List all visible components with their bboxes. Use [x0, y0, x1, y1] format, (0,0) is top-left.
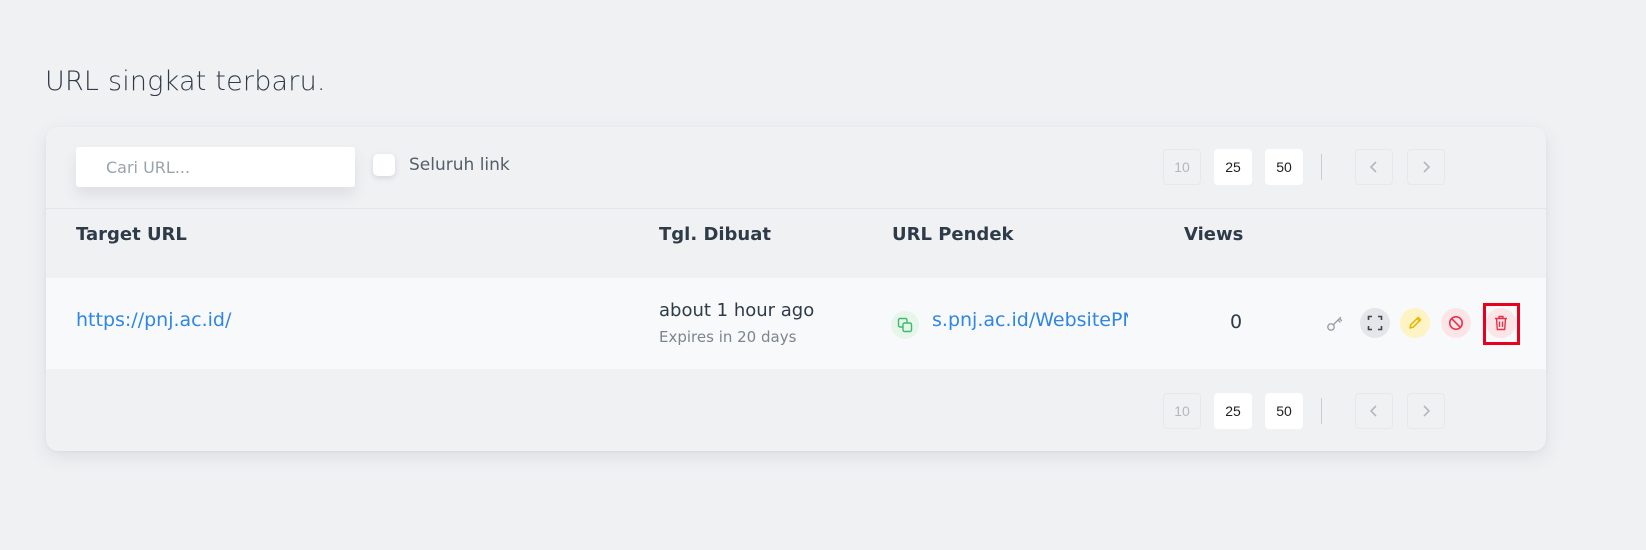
table-row: https://pnj.ac.id/ about 1 hour ago Expi… [46, 278, 1546, 369]
links-table-card: Seluruh link 10 25 50 Target URL Tgl. Di… [46, 127, 1546, 451]
page-size-10-button[interactable]: 10 [1163, 149, 1201, 185]
pager-divider [1321, 154, 1322, 180]
page-size-10-button[interactable]: 10 [1163, 393, 1201, 429]
search-input[interactable] [76, 147, 355, 187]
table-toolbar: Seluruh link 10 25 50 [46, 127, 1546, 208]
page-size-50-button[interactable]: 50 [1265, 393, 1303, 429]
copy-short-url-button[interactable] [891, 311, 919, 339]
header-created: Tgl. Dibuat [659, 224, 771, 245]
password-button[interactable] [1320, 308, 1350, 338]
created-time: about 1 hour ago [659, 300, 815, 321]
copy-icon [897, 317, 913, 333]
chevron-left-icon [1369, 161, 1377, 173]
prev-page-button[interactable] [1355, 393, 1393, 429]
pager-divider [1321, 398, 1322, 424]
page-size-25-button[interactable]: 25 [1214, 149, 1252, 185]
short-url-link[interactable]: s.pnj.ac.id/WebsitePNJ [932, 309, 1128, 331]
header-short-url: URL Pendek [892, 224, 1014, 245]
page-title: URL singkat terbaru. [45, 66, 326, 97]
prev-page-button[interactable] [1355, 149, 1393, 185]
qrcode-icon [1367, 315, 1383, 331]
edit-button[interactable] [1400, 308, 1430, 338]
delete-highlight-box [1483, 303, 1520, 345]
views-count: 0 [1230, 311, 1243, 333]
qr-code-button[interactable] [1360, 308, 1390, 338]
header-views: Views [1184, 224, 1244, 245]
expiry-text: Expires in 20 days [659, 328, 797, 346]
search-field-wrapper [76, 147, 355, 187]
page-size-25-button[interactable]: 25 [1214, 393, 1252, 429]
page-size-50-button[interactable]: 50 [1265, 149, 1303, 185]
next-page-button[interactable] [1407, 149, 1445, 185]
edit-icon [1409, 316, 1422, 329]
next-page-button[interactable] [1407, 393, 1445, 429]
all-links-checkbox[interactable] [373, 154, 395, 176]
all-links-label: Seluruh link [409, 155, 510, 175]
ban-icon [1449, 316, 1463, 330]
target-url-link[interactable]: https://pnj.ac.id/ [76, 309, 231, 331]
ban-button[interactable] [1441, 308, 1471, 338]
chevron-right-icon [1423, 161, 1431, 173]
header-target-url: Target URL [76, 224, 187, 245]
chevron-left-icon [1369, 405, 1377, 417]
key-icon [1327, 316, 1343, 331]
chevron-right-icon [1423, 405, 1431, 417]
divider [46, 208, 1546, 209]
